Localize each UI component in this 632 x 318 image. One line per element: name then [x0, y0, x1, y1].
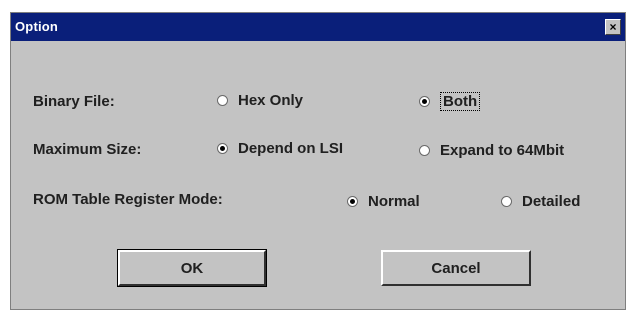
radio-both[interactable]: Both [419, 92, 481, 111]
radio-hex-only-indicator[interactable] [217, 95, 228, 106]
radio-depend-on-lsi-label: Depend on LSI [238, 140, 343, 157]
radio-depend-on-lsi-indicator[interactable] [217, 143, 228, 154]
radio-expand-to-64mbit-indicator[interactable] [419, 145, 430, 156]
ok-button[interactable]: OK [117, 249, 267, 287]
radio-both-indicator[interactable] [419, 96, 430, 107]
binary-file-label: Binary File: [33, 93, 115, 110]
radio-normal[interactable]: Normal [347, 193, 420, 210]
close-icon: × [609, 20, 617, 34]
radio-normal-indicator[interactable] [347, 196, 358, 207]
maximum-size-label: Maximum Size: [33, 141, 142, 158]
cancel-button[interactable]: Cancel [381, 250, 531, 286]
rom-table-register-mode-label: ROM Table Register Mode: [33, 191, 223, 208]
radio-hex-only[interactable]: Hex Only [217, 92, 303, 109]
radio-normal-label: Normal [368, 193, 420, 210]
radio-detailed-indicator[interactable] [501, 196, 512, 207]
radio-both-label: Both [440, 92, 481, 111]
option-dialog: Option × Binary File: Hex Only Both Maxi… [10, 12, 626, 310]
radio-hex-only-label: Hex Only [238, 92, 304, 109]
radio-depend-on-lsi[interactable]: Depend on LSI [217, 140, 343, 157]
close-button[interactable]: × [605, 19, 621, 35]
radio-detailed[interactable]: Detailed [501, 193, 580, 210]
dialog-title: Option [15, 19, 59, 34]
radio-expand-to-64mbit[interactable]: Expand to 64Mbit [419, 142, 564, 159]
radio-expand-to-64mbit-label: Expand to 64Mbit [440, 142, 565, 159]
title-bar[interactable]: Option × [11, 13, 625, 41]
radio-detailed-label: Detailed [522, 193, 581, 210]
